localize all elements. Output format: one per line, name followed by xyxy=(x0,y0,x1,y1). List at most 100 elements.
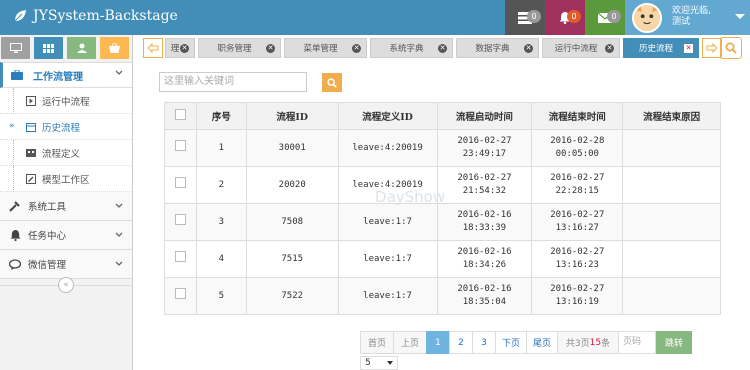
page-1-button[interactable]: 1 xyxy=(426,331,450,354)
page-2-button[interactable]: 2 xyxy=(449,331,473,354)
close-icon[interactable]: ✕ xyxy=(266,44,275,53)
page-number-input[interactable]: 页码 xyxy=(618,331,656,354)
tab-partial[interactable]: 理 ✕ xyxy=(165,38,195,58)
table-row: 4 7515 leave:1:7 2016-02-16 18:34:26 2016… xyxy=(164,240,721,278)
keyword-search-button[interactable] xyxy=(322,73,342,92)
row-process-id: 30001 xyxy=(245,129,339,167)
next-page-button[interactable]: 下页 xyxy=(495,331,527,354)
messages-button[interactable]: 0 xyxy=(585,0,625,35)
prev-page-button[interactable]: 上页 xyxy=(393,331,427,354)
row-start-time: 2016-02-16 18:34:26 xyxy=(436,240,533,278)
row-end-reason xyxy=(622,129,721,167)
leaf-icon xyxy=(14,10,26,22)
chevron-down-icon xyxy=(115,70,123,75)
row-checkbox[interactable] xyxy=(174,140,186,151)
close-icon[interactable]: ✕ xyxy=(524,44,533,53)
double-chevron-left-icon: « xyxy=(63,280,69,290)
shortcut-cart-button[interactable] xyxy=(100,37,129,59)
tree-line xyxy=(13,88,14,114)
page-3-button[interactable]: 3 xyxy=(472,331,496,354)
page-summary: 共3页 15 条 xyxy=(557,331,619,354)
close-icon[interactable]: ✕ xyxy=(180,44,189,53)
shortcut-monitor-button[interactable] xyxy=(1,37,30,59)
last-page-button[interactable]: 尾页 xyxy=(526,331,558,354)
chevron-down-icon xyxy=(115,261,123,266)
sidebar-subitem-model[interactable]: 模型工作区 xyxy=(0,166,132,192)
column-header: 流程启动时间 xyxy=(436,102,533,130)
sidebar-shortcuts xyxy=(0,35,132,62)
keyword-input[interactable]: 这里输入关键词 xyxy=(159,72,307,92)
row-start-time: 2016-02-16 18:33:39 xyxy=(436,203,533,241)
shortcut-user-button[interactable] xyxy=(67,37,96,59)
tab-system-dictionary[interactable]: 系统字典 ✕ xyxy=(370,38,453,58)
sidebar-item-system-tools[interactable]: 系统工具 xyxy=(0,192,132,221)
column-header: 流程结束原因 xyxy=(622,102,721,130)
sidebar-item-label: 微信管理 xyxy=(28,260,67,271)
row-start-time: 2016-02-16 18:35:04 xyxy=(436,277,533,315)
sidebar-item-workflow[interactable]: 工作流管理 xyxy=(0,62,132,88)
select-all-header[interactable] xyxy=(164,102,197,130)
sidebar-subitem-running[interactable]: 运行中流程 xyxy=(0,88,132,114)
notifications-button[interactable]: 0 xyxy=(545,0,585,35)
user-menu[interactable]: 欢迎光临, 测试 xyxy=(625,0,750,35)
sidebar-subitem-label: 历史流程 xyxy=(42,122,81,134)
shortcut-grid-button[interactable] xyxy=(34,37,63,59)
close-icon[interactable]: ✕ xyxy=(684,44,693,53)
first-page-button[interactable]: 首页 xyxy=(360,331,394,354)
search-icon xyxy=(725,42,737,54)
tasks-badge: 0 xyxy=(527,10,541,23)
row-end-time: 2016-02-27 13:16:19 xyxy=(531,277,624,315)
row-no: 5 xyxy=(195,277,247,315)
tab-search-button[interactable] xyxy=(720,37,742,59)
bell-icon xyxy=(8,229,22,241)
close-icon[interactable]: ✕ xyxy=(438,44,447,53)
close-icon[interactable]: ✕ xyxy=(352,44,361,53)
caret-down-icon xyxy=(387,361,393,365)
tab-running-process[interactable]: 运行中流程 ✕ xyxy=(542,38,620,58)
sidebar-item-label: 系统工具 xyxy=(28,202,67,213)
top-navbar: JYSystem-Backstage 0 0 0 欢迎光临, 测试 xyxy=(0,0,750,35)
tab-position-management[interactable]: 职务管理 ✕ xyxy=(198,38,281,58)
row-end-reason xyxy=(622,240,721,278)
tab-menu-management[interactable]: 菜单管理 ✕ xyxy=(284,38,367,58)
go-button[interactable]: 跳转 xyxy=(656,331,692,354)
basket-icon xyxy=(109,43,120,53)
row-no: 3 xyxy=(195,203,247,241)
app-title: JYSystem-Backstage xyxy=(33,8,178,24)
double-chevron-right-icon: » xyxy=(9,121,15,131)
row-no: 2 xyxy=(195,166,247,204)
process-history-table: 序号 流程ID 流程定义ID 流程启动时间 流程结束时间 流程结束原因 1 30… xyxy=(164,102,721,315)
tab-scroll-right-button[interactable] xyxy=(702,38,722,58)
tasks-button[interactable]: 0 xyxy=(505,0,545,35)
user-icon xyxy=(76,43,87,53)
page-size-select[interactable]: 5 xyxy=(360,356,398,370)
brand[interactable]: JYSystem-Backstage xyxy=(13,8,178,24)
sidebar-collapse-button[interactable]: « xyxy=(58,277,74,293)
tab-data-dictionary[interactable]: 数据字典 ✕ xyxy=(456,38,539,58)
tab-bar: 理 ✕ 职务管理 ✕ 菜单管理 ✕ 系统字典 ✕ 数据字典 ✕ 运行中流程 ✕ 历史流程 ✕ xyxy=(143,38,743,58)
tab-scroll-left-button[interactable] xyxy=(143,38,163,58)
sidebar-item-label: 工作流管理 xyxy=(33,71,83,83)
sidebar-subitem-label: 运行中流程 xyxy=(42,96,90,108)
film-icon xyxy=(26,148,36,158)
select-all-checkbox[interactable] xyxy=(174,109,186,120)
tab-history-process[interactable]: 历史流程 ✕ xyxy=(623,38,699,58)
row-checkbox[interactable] xyxy=(174,214,186,225)
close-icon[interactable]: ✕ xyxy=(605,44,614,53)
sidebar-item-wechat[interactable]: 微信管理 xyxy=(0,250,132,279)
table-row: 3 7508 leave:1:7 2016-02-16 18:33:39 2016… xyxy=(164,203,721,241)
sidebar-subitem-history[interactable]: » 历史流程 xyxy=(0,114,132,140)
row-checkbox[interactable] xyxy=(174,177,186,188)
chevron-down-icon xyxy=(115,232,123,237)
table-row: 5 7522 leave:1:7 2016-02-16 18:35:04 2016… xyxy=(164,277,721,315)
sidebar-item-label: 任务中心 xyxy=(28,231,67,242)
sidebar-subitem-definition[interactable]: 流程定义 xyxy=(0,140,132,166)
row-process-id: 7508 xyxy=(245,203,339,241)
row-process-id: 20020 xyxy=(245,166,339,204)
tree-line xyxy=(13,140,14,166)
row-no: 1 xyxy=(195,129,247,167)
row-checkbox[interactable] xyxy=(174,288,186,299)
row-checkbox[interactable] xyxy=(174,251,186,262)
sidebar-item-task-center[interactable]: 任务中心 xyxy=(0,221,132,250)
arrow-left-icon xyxy=(147,43,159,53)
